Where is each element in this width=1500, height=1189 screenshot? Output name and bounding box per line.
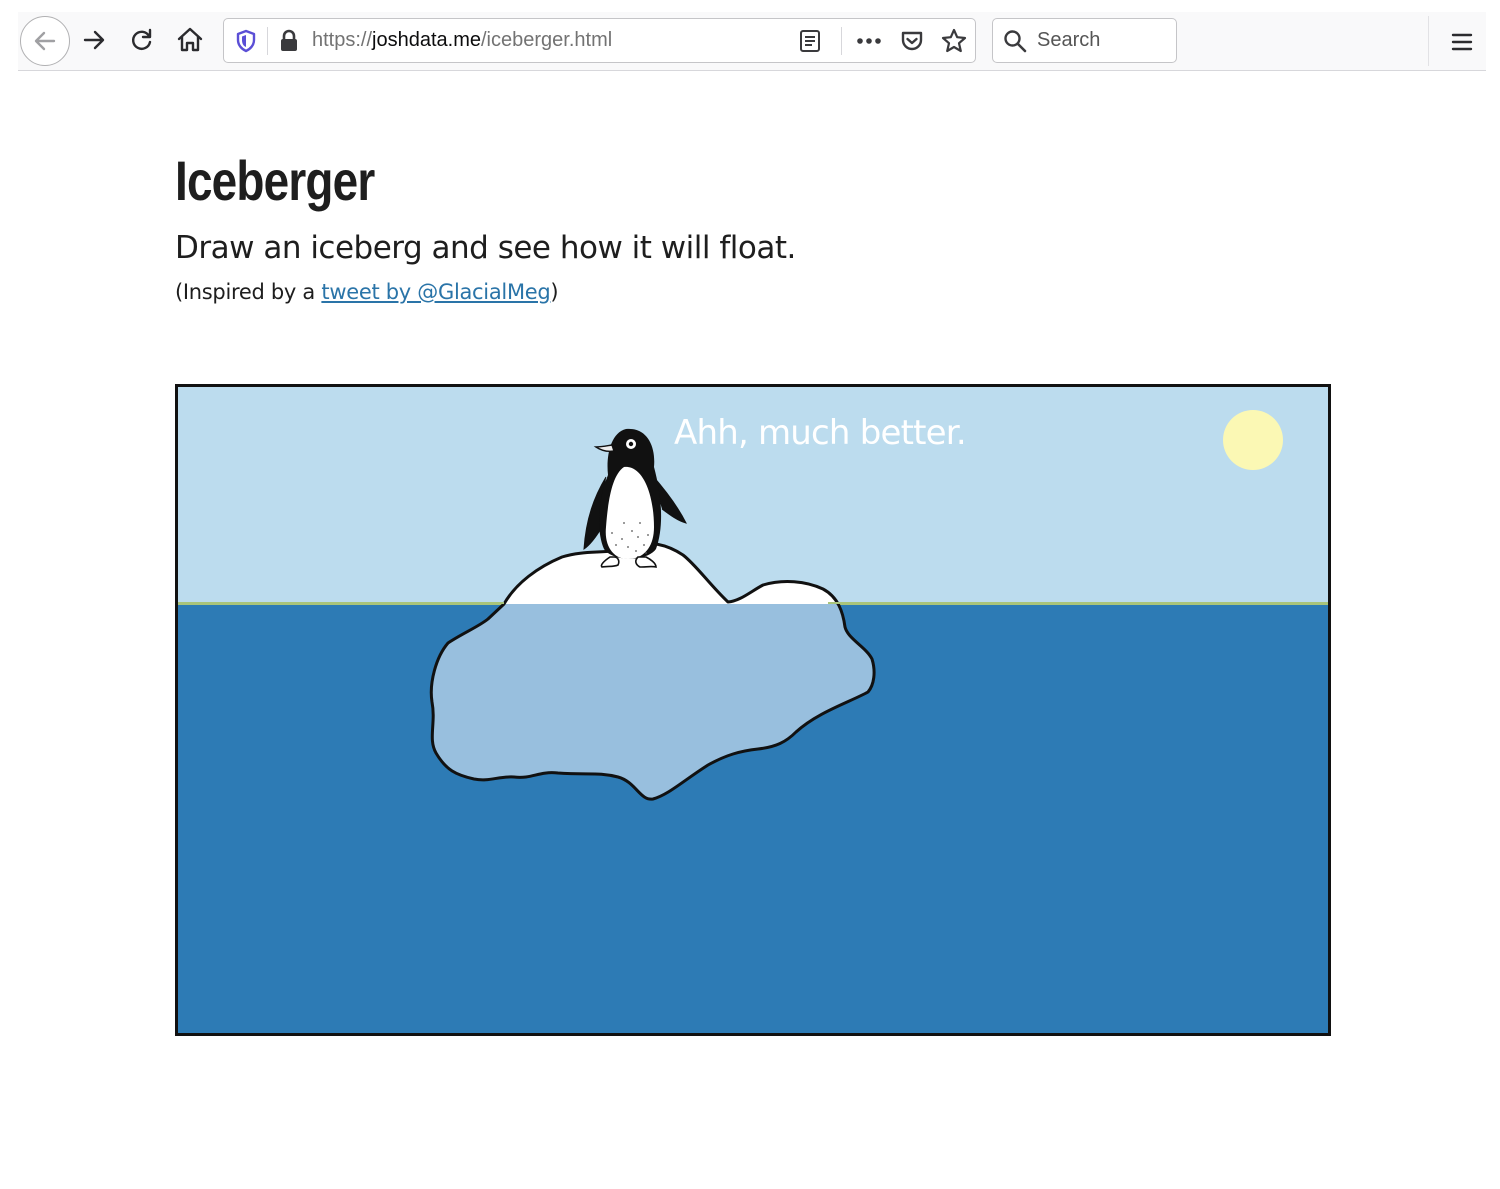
search-icon — [1004, 30, 1027, 53]
inspiration-prefix: (Inspired by a — [175, 280, 322, 304]
url-host: joshdata.me — [372, 29, 481, 51]
inspiration-suffix: ) — [550, 280, 559, 304]
site-info-button[interactable] — [276, 27, 302, 55]
search-icon-wrap — [1001, 27, 1029, 55]
address-bar[interactable]: https://joshdata.me/iceberger.html — [223, 18, 976, 63]
sun — [1223, 410, 1283, 470]
page-title: Iceberger — [175, 149, 375, 212]
reload-button[interactable] — [122, 20, 162, 60]
search-bar[interactable]: Search — [992, 18, 1177, 63]
url-path: /iceberger.html — [481, 29, 613, 51]
address-bar-divider-2 — [841, 27, 842, 55]
reader-view-button[interactable] — [794, 25, 826, 57]
tweet-link[interactable]: tweet by @GlacialMeg — [321, 280, 550, 304]
search-placeholder: Search — [1037, 29, 1101, 51]
address-bar-divider — [267, 27, 268, 55]
lock-icon — [281, 29, 297, 51]
inspiration-note: (Inspired by a tweet by @GlacialMeg) — [175, 280, 559, 304]
pocket-icon — [901, 31, 923, 51]
forward-button[interactable] — [74, 20, 114, 60]
status-message: Ahh, much better. — [674, 413, 967, 453]
more-actions-icon — [857, 38, 881, 44]
shield-icon — [236, 29, 256, 53]
forward-arrow-icon — [83, 30, 105, 50]
back-button[interactable] — [20, 16, 70, 66]
url-prefix: https:// — [312, 29, 373, 51]
browser-toolbar: https://joshdata.me/iceberger.html Searc… — [18, 12, 1486, 71]
reader-view-icon — [800, 30, 820, 52]
toolbar-divider — [1428, 16, 1429, 66]
tracking-protection-button[interactable] — [232, 27, 260, 55]
page-actions-button[interactable] — [852, 25, 886, 57]
home-icon — [177, 27, 203, 52]
bookmark-button[interactable] — [938, 25, 970, 57]
star-icon — [941, 28, 967, 53]
scene-graphics — [178, 387, 1328, 1033]
page-subtitle: Draw an iceberg and see how it will floa… — [175, 230, 796, 266]
open-menu-button[interactable] — [1442, 22, 1482, 62]
save-to-pocket-button[interactable] — [896, 25, 928, 57]
iceberg-canvas[interactable]: Ahh, much better. — [175, 384, 1331, 1036]
home-button[interactable] — [170, 20, 210, 60]
back-arrow-icon — [34, 31, 56, 51]
hamburger-menu-icon — [1451, 33, 1473, 51]
url-text[interactable]: https://joshdata.me/iceberger.html — [312, 29, 612, 52]
reload-icon — [132, 28, 152, 50]
